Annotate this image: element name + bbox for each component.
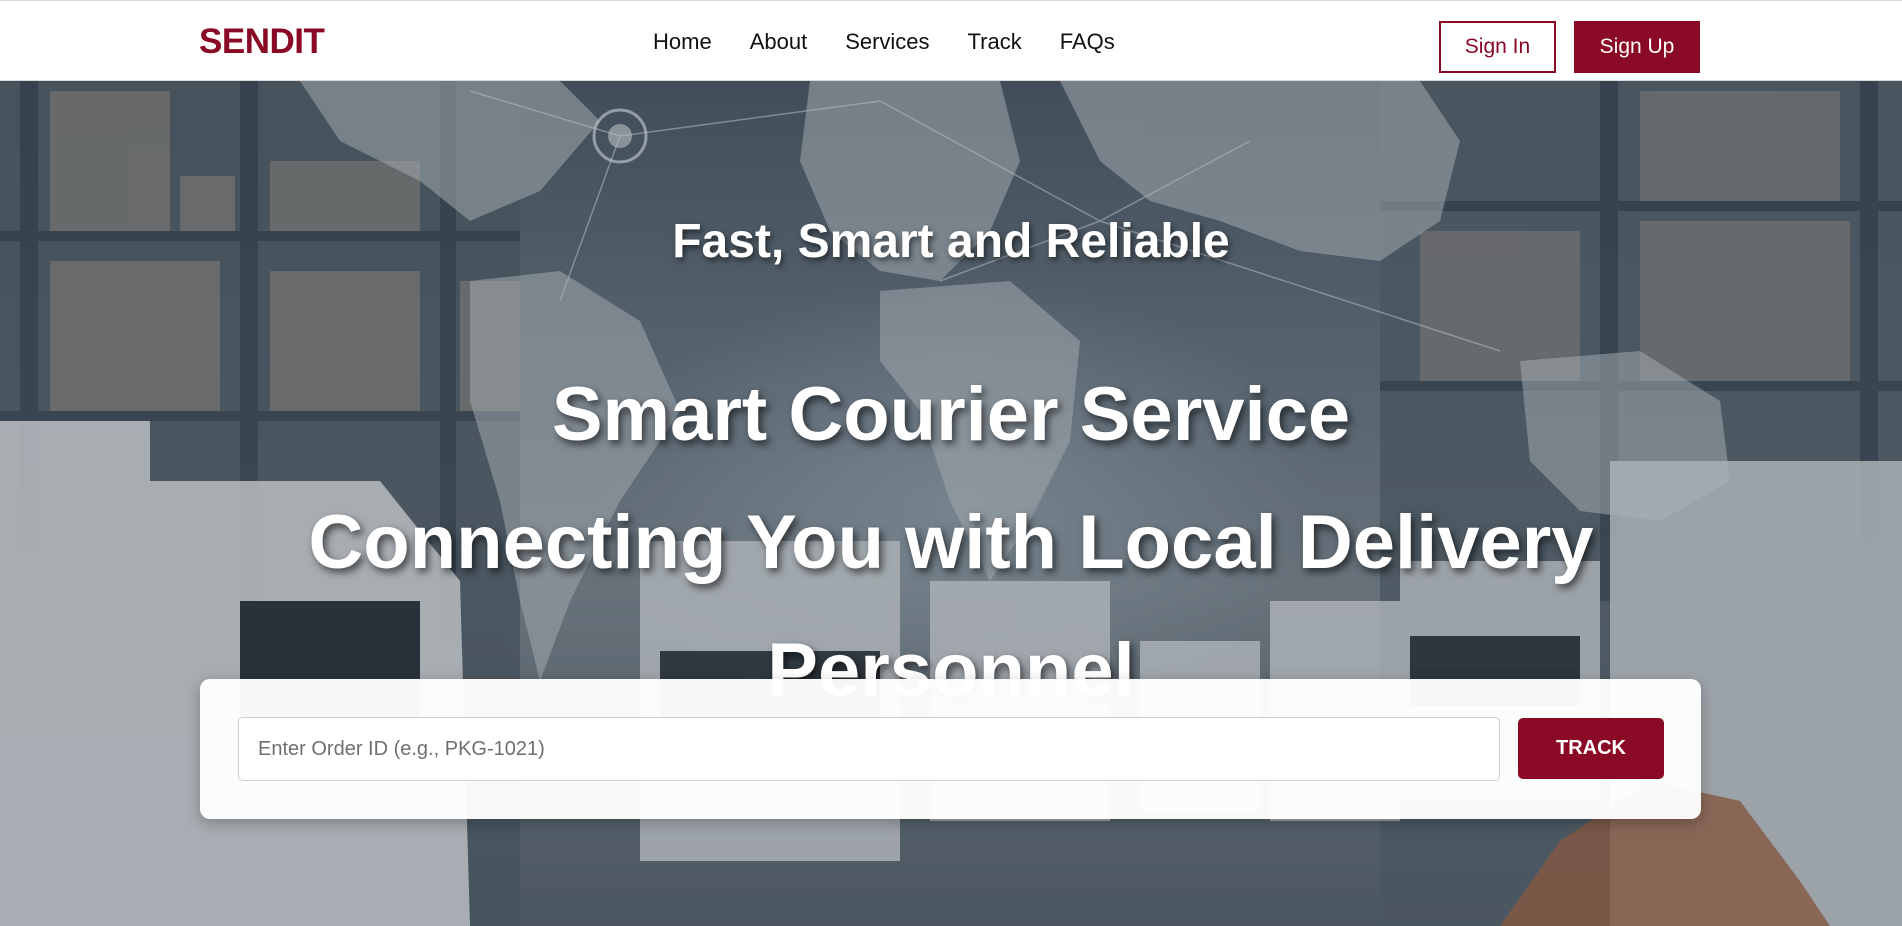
- nav-link-track[interactable]: Track: [968, 29, 1022, 55]
- nav-link-about[interactable]: About: [750, 29, 808, 55]
- sign-in-button[interactable]: Sign In: [1439, 21, 1556, 73]
- hero-tagline: Fast, Smart and Reliable: [672, 215, 1230, 268]
- hero-headline-line-1: Smart Courier Service: [551, 372, 1351, 457]
- track-button[interactable]: TRACK: [1518, 718, 1664, 779]
- order-id-input[interactable]: [238, 717, 1500, 781]
- logo[interactable]: SENDIT: [199, 24, 325, 59]
- nav-link-home[interactable]: Home: [653, 29, 712, 55]
- hero-headline-line-2: Connecting You with Local Delivery: [308, 500, 1594, 585]
- sign-up-button[interactable]: Sign Up: [1574, 21, 1700, 73]
- hero-headline: Smart Courier Service Connecting You wit…: [0, 351, 1902, 735]
- nav-link-services[interactable]: Services: [845, 29, 929, 55]
- nav-link-faqs[interactable]: FAQs: [1060, 29, 1115, 55]
- main-nav: Home About Services Track FAQs: [653, 1, 1153, 82]
- tracking-card: TRACK: [200, 679, 1701, 819]
- top-navbar: SENDIT Home About Services Track FAQs Si…: [0, 0, 1902, 81]
